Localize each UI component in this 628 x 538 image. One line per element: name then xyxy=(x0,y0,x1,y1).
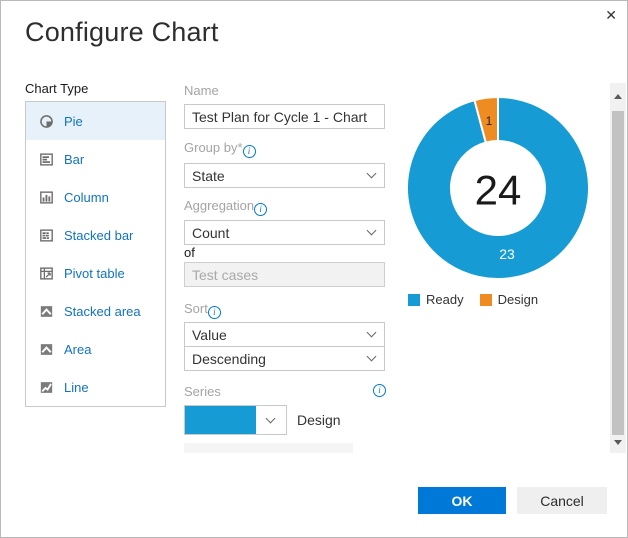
chart-type-label: Bar xyxy=(64,151,85,167)
chart-type-label: Line xyxy=(64,379,89,395)
donut-value-ready: 23 xyxy=(499,246,515,262)
sort-direction-select[interactable]: Descending xyxy=(184,346,385,371)
aggregation-select[interactable]: Count xyxy=(184,220,385,245)
sort-field-value: Value xyxy=(192,326,227,343)
sort-direction-value: Descending xyxy=(192,350,266,367)
scrollbar-thumb[interactable] xyxy=(612,111,624,435)
sort-label-text: Sort xyxy=(184,301,208,316)
area-chart-icon xyxy=(39,342,54,357)
info-icon[interactable] xyxy=(242,145,256,158)
sort-label: Sort xyxy=(184,301,221,319)
series-label: Series xyxy=(184,384,221,399)
series-color-select[interactable] xyxy=(184,405,287,435)
chevron-down-icon xyxy=(366,351,377,362)
chart-type-item-stacked-bar[interactable]: Stacked bar xyxy=(26,216,165,254)
name-input[interactable] xyxy=(184,104,385,129)
chevron-down-icon xyxy=(366,327,377,338)
donut-chart: 24 23 1 xyxy=(406,95,590,280)
chart-type-label: Pivot table xyxy=(64,265,125,281)
bar-chart-icon xyxy=(39,152,54,167)
info-icon[interactable] xyxy=(254,203,268,216)
pie-chart-icon xyxy=(39,114,54,129)
chart-type-item-pie[interactable]: Pie xyxy=(26,102,165,140)
legend-swatch-design xyxy=(479,293,492,306)
series-row-partial xyxy=(184,443,353,453)
group-by-value: State xyxy=(192,167,225,184)
name-label: Name xyxy=(184,83,219,98)
ok-button[interactable]: OK xyxy=(418,487,506,514)
info-icon[interactable] xyxy=(373,384,386,397)
close-icon[interactable]: ✕ xyxy=(605,8,617,22)
chart-type-item-column[interactable]: Column xyxy=(26,178,165,216)
legend-swatch-ready xyxy=(408,293,420,306)
column-chart-icon xyxy=(39,190,54,205)
donut-value-design: 1 xyxy=(486,114,493,128)
legend-label-design: Design xyxy=(497,292,539,307)
scroll-down-icon[interactable] xyxy=(614,440,622,445)
dialog-title: Configure Chart xyxy=(25,17,219,47)
configure-chart-dialog: ✕ Configure Chart Chart Type Pie Bar Col… xyxy=(0,0,628,538)
chevron-down-icon xyxy=(366,168,377,179)
scroll-up-icon[interactable] xyxy=(614,94,622,99)
series-color-swatch xyxy=(185,406,256,434)
chart-type-heading: Chart Type xyxy=(25,81,89,96)
chevron-down-icon xyxy=(366,225,377,236)
vertical-scrollbar[interactable] xyxy=(610,83,626,453)
chart-type-item-stacked-area[interactable]: Stacked area xyxy=(26,292,165,330)
group-by-label-text: Group by* xyxy=(184,140,243,155)
chart-type-item-bar[interactable]: Bar xyxy=(26,140,165,178)
of-field: Test cases xyxy=(184,262,385,287)
cancel-button[interactable]: Cancel xyxy=(517,487,607,514)
of-label: of xyxy=(184,245,195,260)
group-by-label: Group by* xyxy=(184,140,256,158)
stacked-area-chart-icon xyxy=(39,304,54,319)
group-by-select[interactable]: State xyxy=(184,163,385,188)
chart-type-label: Column xyxy=(64,189,109,205)
chart-type-label: Area xyxy=(64,341,92,357)
chart-type-label: Stacked bar xyxy=(64,227,134,243)
chart-type-item-line[interactable]: Line xyxy=(26,368,165,406)
legend-label-ready: Ready xyxy=(426,292,464,307)
chart-type-label: Stacked area xyxy=(64,303,141,319)
chart-type-label: Pie xyxy=(64,113,83,129)
line-chart-icon xyxy=(39,380,54,395)
aggregation-label: Aggregation xyxy=(184,198,268,216)
chevron-down-icon xyxy=(265,413,276,423)
info-icon[interactable] xyxy=(207,306,221,319)
series-name: Design xyxy=(297,412,341,428)
aggregation-label-text: Aggregation xyxy=(184,198,255,213)
sort-field-select[interactable]: Value xyxy=(184,322,385,347)
donut-center-total: 24 xyxy=(475,167,522,214)
chart-type-item-area[interactable]: Area xyxy=(26,330,165,368)
pivot-table-icon xyxy=(39,266,54,281)
chart-preview: 24 23 1 xyxy=(400,90,596,286)
chart-type-item-pivot-table[interactable]: Pivot table xyxy=(26,254,165,292)
aggregation-value: Count xyxy=(192,224,230,241)
chart-legend: Ready Design xyxy=(408,292,554,307)
chart-type-list: Pie Bar Column Stacked bar Pivot table S… xyxy=(25,101,166,407)
stacked-bar-chart-icon xyxy=(39,228,54,243)
